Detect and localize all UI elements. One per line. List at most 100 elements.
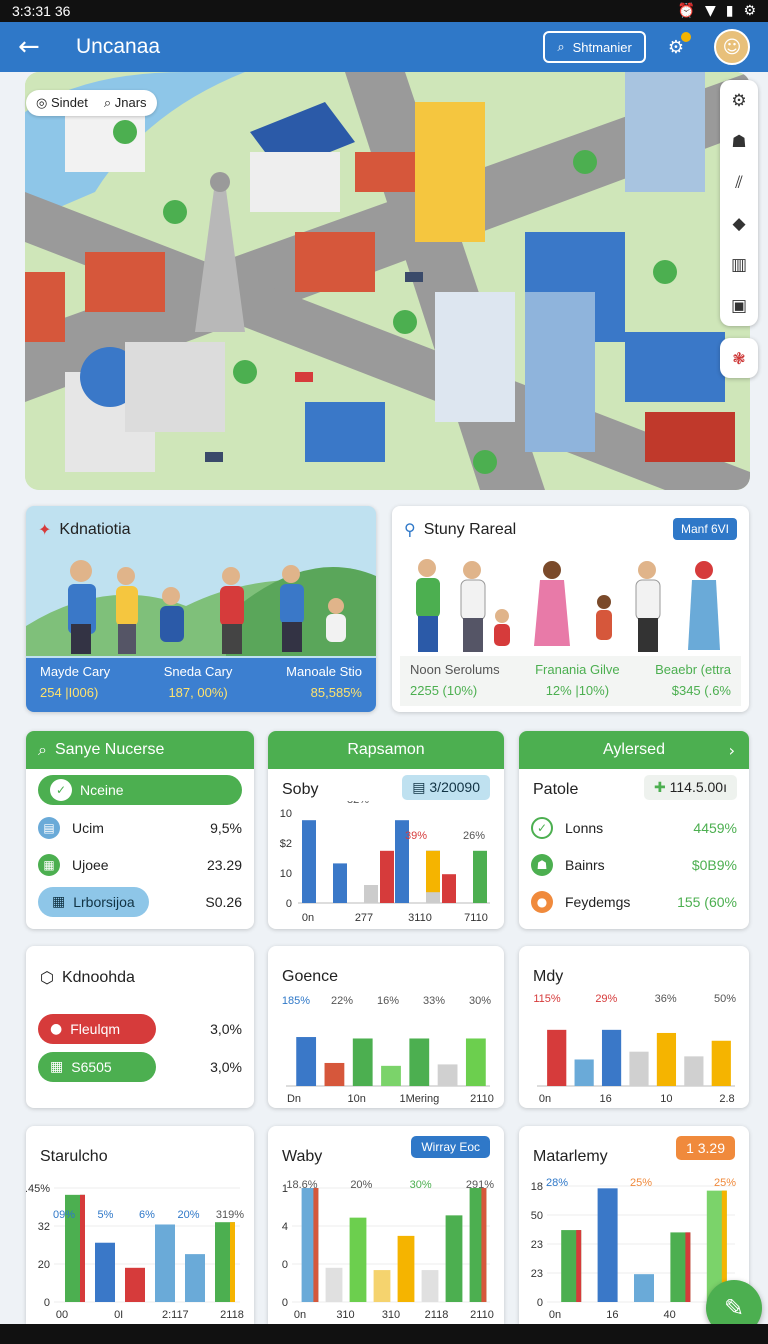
stat-label: Noon Serolums — [410, 662, 500, 677]
y-tick-label: 0 — [282, 1297, 288, 1309]
y-tick-label: $2 — [280, 838, 292, 850]
survey-active-item[interactable]: ✓ Nceine — [38, 775, 242, 805]
page-title: Uncanaa — [76, 35, 161, 58]
x-tick-label: 2110 — [470, 1093, 494, 1105]
x-tick-label: 2118 — [425, 1309, 449, 1321]
y-tick-label: 0 — [537, 1297, 543, 1309]
user-icon: ☗ — [531, 853, 553, 876]
bar — [684, 1056, 704, 1086]
list-item-label: Lonns — [565, 819, 604, 836]
people-card-right-badge[interactable]: Manf 6VI — [672, 518, 737, 540]
kdnoohda-card: ⬡ Kdnoohda ● Fleulqm 3,0% ▦ S6505 3,0% — [26, 946, 254, 1108]
data-label: 185% — [282, 995, 310, 1007]
rapsamon-badge-label: 3/20090 — [429, 779, 480, 795]
search-label: Shtmanier — [572, 39, 632, 55]
y-tick-label: 23 — [531, 1268, 543, 1280]
list-item-label: Ucim — [72, 819, 104, 836]
search-button[interactable]: ⌕ Shtmanier — [543, 31, 646, 63]
data-label: 09% — [53, 1209, 75, 1221]
y-tick-label: 10 — [280, 868, 292, 880]
x-tick-label: 0n — [549, 1309, 561, 1321]
legend-button[interactable]: ❃ — [720, 338, 758, 378]
bar — [597, 1188, 618, 1302]
search-icon: ⌕ — [557, 39, 565, 55]
list-item[interactable]: ▦ S6505 3,0% — [26, 1048, 254, 1085]
goence-card: Goence 185% 22% 16% 33% 30% Dn 10n 1Mering 2110 — [268, 946, 504, 1108]
city-map[interactable] — [25, 72, 750, 490]
mdy-title: Mdy — [533, 968, 564, 985]
y-tick-label: 23 — [531, 1239, 543, 1251]
stat-value: 2255 (10%) — [410, 683, 478, 698]
y-tick-label: 18 — [531, 1181, 543, 1193]
rapsamon-header[interactable]: Rapsamon — [268, 731, 504, 769]
list-item-value: S0.26 — [205, 893, 242, 910]
people-card-left[interactable]: ✦ Kdnatiotia Mayde Cary 254 |I006) Sneda … — [26, 506, 376, 712]
bar — [601, 1029, 622, 1086]
bar — [574, 1059, 594, 1086]
bar — [409, 1038, 430, 1086]
data-label: 30% — [469, 995, 491, 1007]
data-label: 36% — [655, 993, 677, 1005]
avatar[interactable]: ☺ — [714, 29, 750, 65]
data-label: 29% — [595, 993, 617, 1005]
survey-header-label: Sanye Nucerse — [54, 741, 165, 758]
stat-label: Franania Gilve — [535, 662, 620, 677]
list-item[interactable]: ▤ Ucim 9,5% — [26, 809, 254, 846]
alert-icon: ● — [50, 1020, 63, 1037]
stat-item: Noon Serolums 2255 (10%) — [410, 662, 500, 700]
x-tick-label: 3110 — [408, 912, 432, 924]
x-tick-label: 310 — [336, 1309, 354, 1321]
map-chip-one[interactable]: ◎ Sindet — [36, 95, 88, 111]
stat-label: Mayde Cary — [40, 664, 111, 679]
battery-icon: ▮ — [725, 3, 734, 19]
aylersed-header[interactable]: Aylersed › — [519, 731, 749, 769]
survey-card: ⌕ Sanye Nucerse ✓ Nceine ▤ Ucim 9,5% ▦ Ujo… — [26, 731, 254, 929]
search-icon: ⌕ — [38, 740, 47, 759]
target-icon: ◎ — [36, 96, 48, 111]
people-card-right-stats: Noon Serolums 2255 (10%) Franania Gilve 12… — [400, 656, 741, 706]
data-label: 22% — [331, 995, 353, 1007]
grid-icon[interactable]: ▥ — [731, 255, 747, 275]
waby-badge[interactable]: Wirray Eoc — [411, 1136, 490, 1158]
chevron-right-icon[interactable]: › — [729, 741, 735, 760]
aylersed-badge[interactable]: ✚ 114.5.00ı — [644, 775, 737, 800]
target-icon[interactable]: ⚙ — [731, 91, 746, 111]
y-tick-label: 4 — [282, 1221, 288, 1233]
list-item-selected[interactable]: ▦ Lrborsijoa S0.26 — [26, 883, 254, 920]
box-icon: ⬡ — [40, 968, 54, 987]
data-label: 39% — [405, 830, 427, 842]
list-item-label: S6505 — [71, 1058, 112, 1075]
data-label: 25% — [714, 1177, 736, 1189]
bar — [333, 863, 347, 903]
data-label: 28% — [546, 1177, 568, 1189]
route-icon[interactable]: ⫽ — [735, 173, 743, 193]
y-tick-label: 0 — [286, 898, 292, 910]
list-item[interactable]: ● Feydemgs 155 (60% — [519, 883, 749, 920]
survey-header[interactable]: ⌕ Sanye Nucerse — [26, 731, 254, 769]
rapsamon-badge[interactable]: ▤ 3/20090 — [402, 775, 490, 800]
status-bar: 3:3:31 36 ⏰ ▼ ▮ ⚙ — [0, 0, 768, 22]
people-card-right[interactable]: ⚲ Stuny Rareal Manf 6VI Noon Serolums 225… — [392, 506, 749, 712]
data-label: 25% — [630, 1177, 652, 1189]
map-chip-two[interactable]: ⌕ Jnars — [104, 95, 147, 111]
layer-icon[interactable]: ◆ — [732, 214, 745, 234]
user-icon[interactable]: ☗ — [731, 132, 746, 152]
pencil-icon: ✎ — [723, 1294, 745, 1322]
matarlemy-badge[interactable]: 1 3.29 — [676, 1136, 735, 1160]
data-label: 6% — [139, 1209, 155, 1221]
photo-icon[interactable]: ▣ — [731, 296, 747, 316]
list-item[interactable]: ✓ Lonns 4459% — [519, 809, 749, 846]
x-tick-label: 2110 — [470, 1309, 494, 1321]
list-item[interactable]: ☗ Bainrs $0B9% — [519, 846, 749, 883]
data-label: 30% — [410, 1179, 432, 1191]
selected-pill: ▦ Lrborsijoa — [38, 886, 149, 917]
list-item[interactable]: ● Fleulqm 3,0% — [26, 1010, 254, 1047]
list-item[interactable]: ▦ Ujoee 23.29 — [26, 846, 254, 883]
map-chip-one-label: Sindet — [50, 95, 88, 110]
waby-chart: 140018.6% 20% 30% 291%0n 310 310 2118 2110 — [282, 1179, 494, 1321]
back-arrow-icon[interactable]: ← — [18, 32, 58, 62]
data-label: 20% — [350, 1179, 372, 1191]
x-tick-label: 40 — [664, 1309, 676, 1321]
network-icon[interactable]: ⚙ — [668, 31, 691, 58]
grid-icon: ▦ — [38, 853, 60, 876]
